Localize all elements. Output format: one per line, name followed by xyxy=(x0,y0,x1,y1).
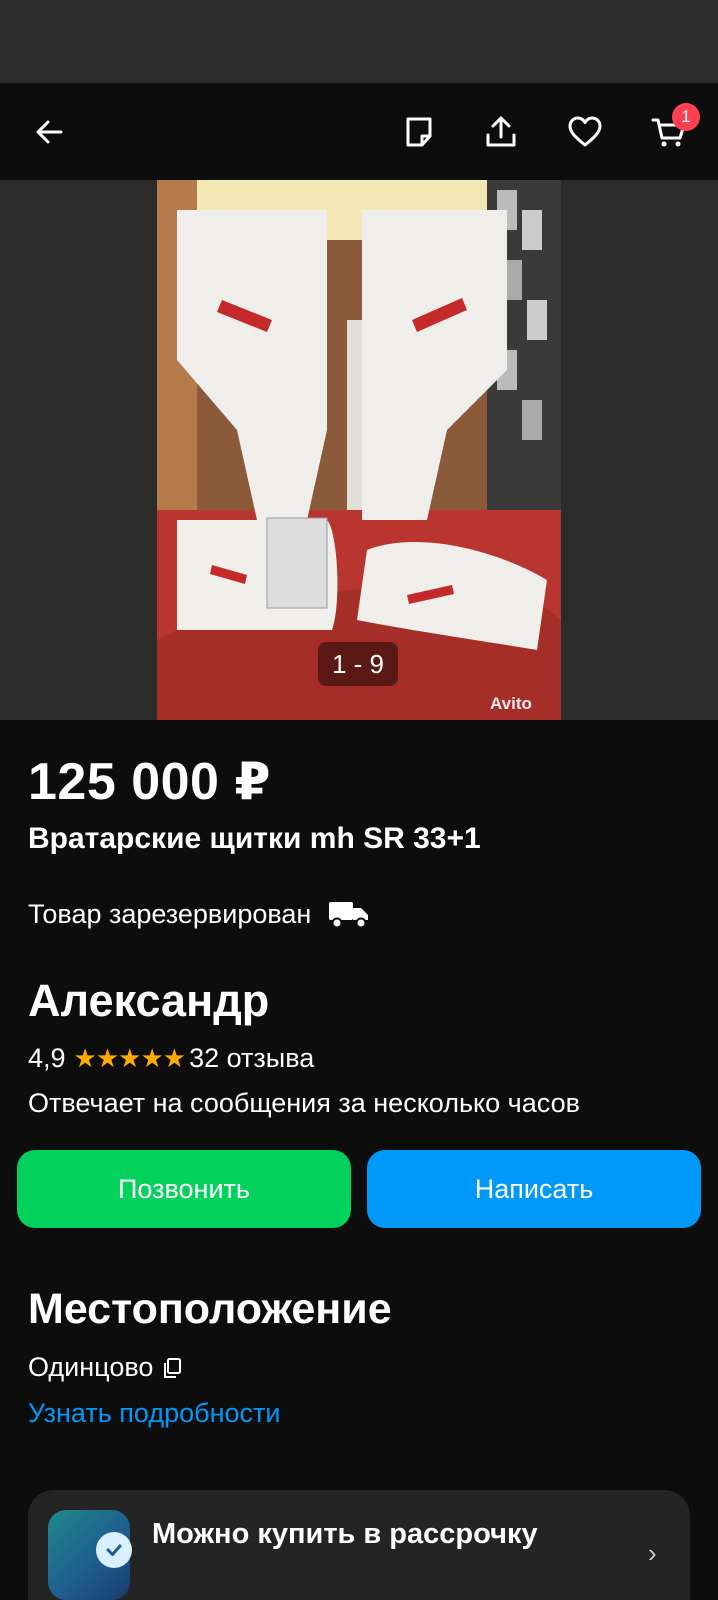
reviews-count: 32 отзыва xyxy=(189,1043,315,1073)
status-bar xyxy=(0,0,718,83)
arrow-left-icon xyxy=(36,120,63,144)
chevron-right-icon: › xyxy=(648,1538,657,1568)
share-icon xyxy=(486,116,516,147)
listing-title: Вратарские щитки mh SR 33+1 xyxy=(28,822,481,855)
installment-logo xyxy=(48,1510,132,1600)
installment-card[interactable]: Можно купить в рассрочку › xyxy=(28,1490,690,1600)
truck-icon xyxy=(329,902,369,929)
call-button[interactable]: Позвонить xyxy=(17,1150,351,1228)
notes-button[interactable] xyxy=(392,105,446,159)
reserved-status-label: Товар зарезервирован xyxy=(28,898,312,929)
heart-icon xyxy=(568,116,602,147)
favorite-button[interactable] xyxy=(558,105,612,159)
seller-rating[interactable]: 4,9 ★★★★★ 32 отзыва xyxy=(28,1043,314,1074)
listing-price: 125 000 ₽ xyxy=(28,753,272,811)
location-city-label: Одинцово xyxy=(28,1352,154,1382)
check-icon xyxy=(96,1532,132,1568)
top-nav-bar: 1 xyxy=(0,83,718,180)
share-button[interactable] xyxy=(474,105,528,159)
cart-button[interactable]: 1 xyxy=(642,103,700,159)
rating-value: 4,9 xyxy=(28,1043,66,1073)
photo-gallery[interactable]: 1 - 9 Avito xyxy=(0,180,718,720)
location-details-link[interactable]: Узнать подробности xyxy=(28,1398,280,1429)
cart-badge: 1 xyxy=(672,103,700,131)
back-button[interactable] xyxy=(22,105,76,159)
location-heading: Местоположение xyxy=(28,1285,392,1333)
copy-icon[interactable] xyxy=(161,1357,183,1379)
photo-counter: 1 - 9 xyxy=(318,642,398,686)
location-city: Одинцово xyxy=(28,1352,183,1383)
goalie-pads-photo xyxy=(157,180,561,720)
product-photo[interactable] xyxy=(157,180,561,720)
seller-name[interactable]: Александр xyxy=(28,975,269,1027)
installment-title: Можно купить в рассрочку xyxy=(152,1518,538,1550)
response-time: Отвечает на сообщения за несколько часов xyxy=(28,1088,580,1118)
avito-watermark: Avito xyxy=(490,694,532,713)
write-button[interactable]: Написать xyxy=(367,1150,701,1228)
note-icon xyxy=(406,117,432,147)
reserved-status: Товар зарезервирован xyxy=(28,898,371,930)
rating-stars-icon: ★★★★★ xyxy=(73,1043,187,1073)
